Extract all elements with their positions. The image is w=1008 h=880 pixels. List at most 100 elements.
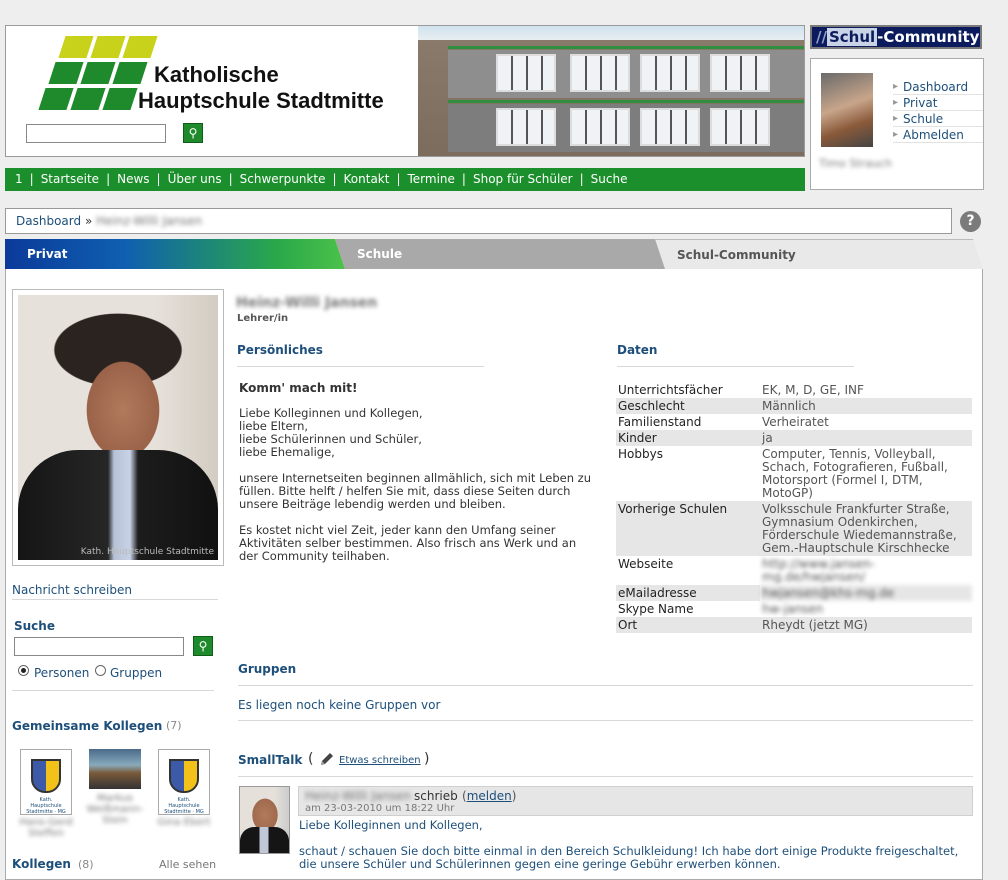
nav-item-startseite[interactable]: Startseite bbox=[41, 172, 99, 186]
data-row-value[interactable]: http://www.jansen-mg.de/hwjansen/ bbox=[760, 556, 972, 585]
user-panel: Timo Strauch Dashboard Privat Schule Abm… bbox=[810, 58, 984, 190]
data-row: Kinder ja bbox=[616, 430, 972, 446]
search-icon: ⚲ bbox=[198, 639, 208, 653]
sidebar-search-button[interactable]: ⚲ bbox=[193, 636, 213, 656]
data-row: Skype Name hw-jansen bbox=[616, 601, 972, 617]
crest-text: Kath. Hauptschule Stadtmitte · MG bbox=[164, 797, 204, 815]
tab-privat[interactable]: Privat bbox=[5, 239, 345, 269]
nav-item-shop[interactable]: Shop für Schüler bbox=[473, 172, 573, 186]
search-icon: ⚲ bbox=[188, 126, 198, 140]
user-avatar[interactable] bbox=[821, 73, 873, 147]
write-something-link[interactable]: Etwas schreiben bbox=[339, 755, 421, 766]
colleague-thumb[interactable]: Kath. Hauptschule Stadtmitte · MG bbox=[20, 749, 72, 815]
logo-community: -Community bbox=[877, 28, 980, 46]
data-row-key: Unterrichtsfächer bbox=[618, 383, 723, 397]
data-row-key: Familienstand bbox=[618, 415, 702, 429]
profile-role: Lehrer/in bbox=[237, 313, 289, 324]
colleague-photo bbox=[89, 749, 141, 789]
smalltalk-paren-open: ( bbox=[308, 751, 314, 767]
colleague-thumb[interactable]: Kath. Hauptschule Stadtmitte · MG bbox=[158, 749, 210, 815]
see-all-link[interactable]: Alle sehen bbox=[159, 858, 216, 871]
nav-item-suche[interactable]: Suche bbox=[591, 172, 628, 186]
post-body: schaut / schauen Sie doch bitte einmal i… bbox=[299, 844, 959, 871]
radio-personen[interactable] bbox=[18, 665, 29, 676]
data-row: Webseite http://www.jansen-mg.de/hwjansen… bbox=[616, 556, 972, 585]
data-row: Familienstand Verheiratet bbox=[616, 414, 972, 430]
post-author[interactable]: Heinz-Willi Jansen bbox=[305, 789, 411, 803]
user-menu-schule[interactable]: Schule bbox=[893, 111, 983, 127]
colleague-name[interactable]: Markus Weißmann-Stein bbox=[84, 793, 146, 826]
nav-item-schwerpunkte[interactable]: Schwerpunkte bbox=[240, 172, 326, 186]
smalltalk-title: SmallTalk bbox=[238, 753, 303, 767]
user-menu-privat[interactable]: Privat bbox=[893, 95, 983, 111]
tab-schul-community[interactable]: Schul-Community bbox=[655, 239, 983, 269]
profile-content: Kath. Hauptschule Stadtmitte Nachricht s… bbox=[5, 269, 983, 880]
school-name-line2: Hauptschule Stadtmitte bbox=[138, 88, 384, 113]
data-row-key: Kinder bbox=[616, 430, 760, 446]
post-date: am 23-03-2010 um 18:22 Uhr bbox=[305, 803, 455, 814]
user-menu-abmelden[interactable]: Abmelden bbox=[893, 127, 983, 143]
radio-gruppen[interactable] bbox=[95, 665, 106, 676]
colleagues-title: Kollegen bbox=[12, 857, 71, 871]
school-crest-icon: Kath. Hauptschule Stadtmitte · MG bbox=[162, 753, 206, 815]
nav-item-news[interactable]: News bbox=[117, 172, 149, 186]
profile-name: Heinz-Willi Jansen bbox=[236, 295, 378, 311]
divider bbox=[238, 685, 973, 686]
site-header: Katholische Hauptschule Stadtmitte ⚲ bbox=[5, 25, 805, 157]
data-row: Hobbys Computer, Tennis, Volleyball, Scha… bbox=[616, 446, 972, 501]
crest-text: Kath. Hauptschule Stadtmitte · MG bbox=[26, 797, 66, 815]
school-crest-icon: Kath. Hauptschule Stadtmitte · MG bbox=[24, 753, 68, 815]
logo-tile-icon bbox=[48, 62, 84, 84]
report-link[interactable]: melden bbox=[467, 789, 512, 803]
nav-item-kontakt[interactable]: Kontakt bbox=[344, 172, 390, 186]
profile-photo[interactable]: Kath. Hauptschule Stadtmitte bbox=[12, 289, 224, 566]
schul-community-logo[interactable]: //Schul -Community bbox=[810, 25, 982, 49]
user-name: Timo Strauch bbox=[819, 157, 892, 170]
colleague-name[interactable]: Gina Ebert bbox=[156, 817, 212, 828]
data-row: Geschlecht Männlich bbox=[616, 398, 972, 414]
main-navigation: 1 | Startseite | News | Über uns | Schwerpunkte |… bbox=[5, 168, 805, 191]
profile-data-table: Unterrichtsfächer EK, M, D, GE, INF Geschl… bbox=[616, 382, 972, 633]
radio-gruppen-label: Gruppen bbox=[110, 666, 163, 680]
data-row: Vorherige Schulen Volksschule Frankfurter… bbox=[616, 501, 972, 556]
colleague-name[interactable]: Hans-Gerd Steffen bbox=[16, 817, 76, 839]
data-row-key: Vorherige Schulen bbox=[616, 501, 760, 556]
data-row-value[interactable]: hw-jansen bbox=[760, 601, 972, 617]
data-row-value[interactable]: hwjansen@khs-mg.de bbox=[760, 585, 972, 601]
smalltalk-paren-close: ) bbox=[424, 751, 430, 767]
sidebar-search-input[interactable] bbox=[14, 637, 184, 656]
divider bbox=[617, 366, 854, 367]
breadcrumb-dashboard[interactable]: Dashboard bbox=[16, 214, 81, 228]
post-wrote-label: schrieb bbox=[414, 789, 458, 803]
groups-title: Gruppen bbox=[238, 662, 297, 676]
logo-schul: Schul bbox=[826, 28, 878, 46]
intro-paragraph-2: unsere Internetseiten beginnen allmählic… bbox=[239, 471, 591, 511]
help-icon[interactable]: ? bbox=[960, 211, 981, 232]
header-search-button[interactable]: ⚲ bbox=[183, 123, 203, 143]
profile-photo-image: Kath. Hauptschule Stadtmitte bbox=[18, 295, 218, 560]
data-row-key: Ort bbox=[616, 617, 760, 633]
header-search-input[interactable] bbox=[26, 124, 166, 143]
post-author-avatar[interactable] bbox=[239, 786, 290, 854]
section-tabs: Privat Schule Schul-Community bbox=[5, 239, 983, 269]
colleague-thumb[interactable] bbox=[89, 749, 141, 793]
school-name-line1: Katholische bbox=[154, 62, 279, 87]
user-menu-dashboard[interactable]: Dashboard bbox=[893, 79, 983, 95]
tab-schule[interactable]: Schule bbox=[335, 239, 671, 269]
send-message-link[interactable]: Nachricht schreiben bbox=[12, 583, 132, 597]
colleagues-count: (8) bbox=[78, 858, 94, 871]
school-name: Katholische Hauptschule Stadtmitte bbox=[138, 62, 384, 114]
photo-caption: Kath. Hauptschule Stadtmitte bbox=[80, 547, 214, 557]
nav-item-1[interactable]: 1 bbox=[15, 172, 23, 186]
pencil-icon[interactable] bbox=[319, 751, 335, 767]
nav-item-ueber-uns[interactable]: Über uns bbox=[168, 172, 222, 186]
data-row-value: Computer, Tennis, Volleyball, Schach, Fo… bbox=[762, 447, 948, 500]
data-row-key: Skype Name bbox=[618, 602, 694, 616]
radio-personen-label: Personen bbox=[34, 666, 90, 680]
data-row-key: Webseite bbox=[618, 557, 674, 571]
breadcrumb: Dashboard » Heinz-Willi Jansen bbox=[5, 208, 952, 234]
breadcrumb-current: Heinz-Willi Jansen bbox=[96, 214, 203, 228]
report-paren-close: ) bbox=[511, 789, 517, 803]
data-section-title: Daten bbox=[617, 343, 658, 357]
nav-item-termine[interactable]: Termine bbox=[408, 172, 455, 186]
